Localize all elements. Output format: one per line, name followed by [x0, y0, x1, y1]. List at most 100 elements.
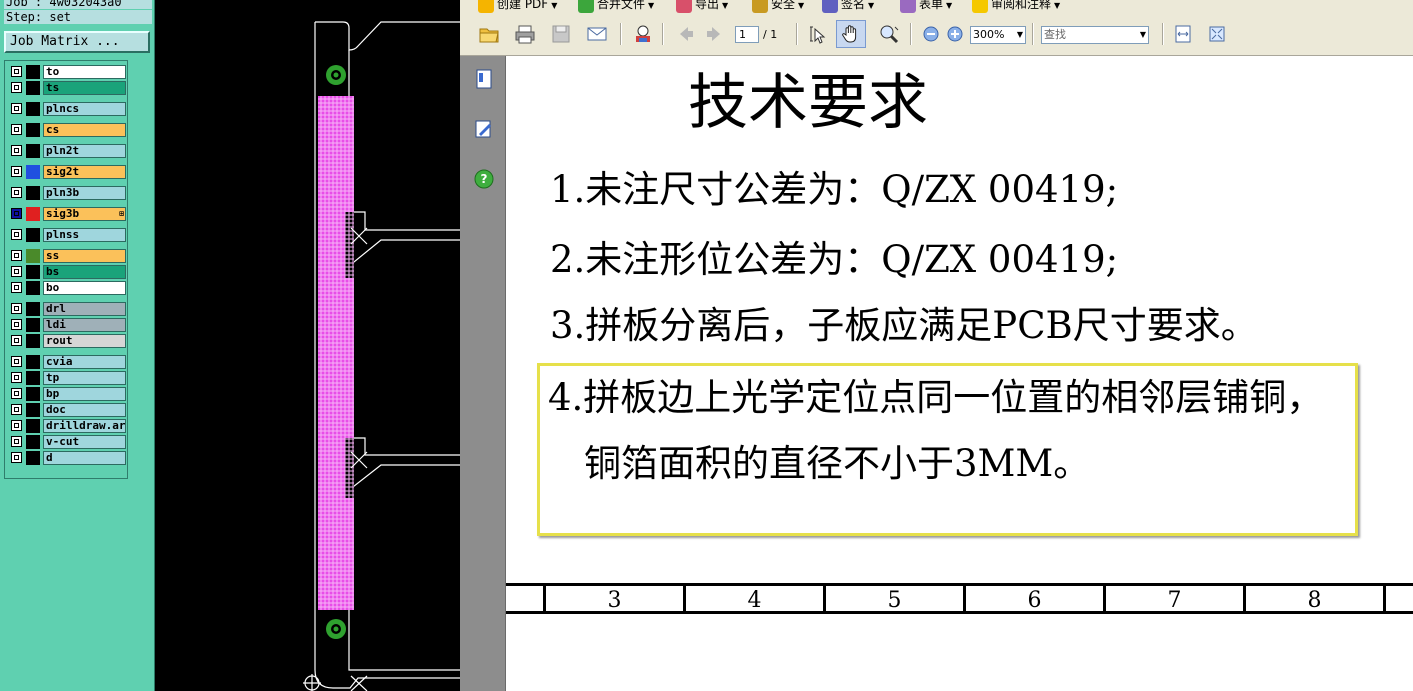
layer-name-label[interactable]: pln3b [43, 186, 126, 200]
page-number-input[interactable]: 1 [735, 26, 759, 43]
layer-color-swatch[interactable] [26, 81, 40, 95]
next-page-icon[interactable] [704, 23, 726, 45]
layer-name-label[interactable]: to [43, 65, 126, 79]
layer-name-label[interactable]: ts [43, 81, 126, 95]
layer-color-swatch[interactable] [26, 123, 40, 137]
layer-name-label[interactable]: plnss [43, 228, 126, 242]
layer-color-swatch[interactable] [26, 355, 40, 369]
layer-name-label[interactable]: plncs [43, 102, 126, 116]
layer-checkbox[interactable] [11, 208, 22, 219]
layer-checkbox[interactable] [11, 372, 22, 383]
layer-checkbox[interactable] [11, 420, 22, 431]
layer-checkbox[interactable] [11, 282, 22, 293]
layer-color-swatch[interactable] [26, 265, 40, 279]
layer-color-swatch[interactable] [26, 186, 40, 200]
layer-color-swatch[interactable] [26, 403, 40, 417]
layer-row-d[interactable]: d [8, 451, 126, 465]
layer-name-label[interactable]: bp [43, 387, 126, 401]
layer-name-label[interactable]: tp [43, 371, 126, 385]
search-input[interactable]: 查找 ▼ [1041, 26, 1149, 44]
layer-checkbox[interactable] [11, 266, 22, 277]
zoom-tool-icon[interactable] [878, 23, 900, 45]
layer-checkbox[interactable] [11, 388, 22, 399]
layer-name-label[interactable]: pln2t [43, 144, 126, 158]
full-screen-icon[interactable] [1206, 23, 1228, 45]
open-folder-icon[interactable] [478, 23, 500, 45]
layer-row-plnss[interactable]: plnss [8, 228, 126, 242]
layer-color-swatch[interactable] [26, 451, 40, 465]
layer-row-bs[interactable]: bs [8, 265, 126, 279]
layer-row-sig3b[interactable]: sig3b ⊞ [8, 207, 126, 221]
fit-width-icon[interactable] [1172, 23, 1194, 45]
layer-row-ts[interactable]: ts [8, 81, 126, 95]
layer-checkbox[interactable] [11, 356, 22, 367]
combine-files-menu[interactable]: 合并文件 ▼ [578, 0, 654, 14]
review-menu[interactable]: 审阅和注释 ▼ [972, 0, 1060, 14]
zoom-select[interactable]: 300% ▼ [970, 26, 1026, 44]
layer-row-plncs[interactable]: plncs [8, 102, 126, 116]
layer-row-pln2t[interactable]: pln2t [8, 144, 126, 158]
layer-name-label[interactable]: bs [43, 265, 126, 279]
layer-color-swatch[interactable] [26, 387, 40, 401]
layer-row-rout[interactable]: rout [8, 334, 126, 348]
signature-icon[interactable] [473, 118, 495, 140]
layer-color-swatch[interactable] [26, 144, 40, 158]
help-icon[interactable]: ? [473, 168, 495, 190]
zoom-in-icon[interactable] [944, 23, 966, 45]
layer-name-label[interactable]: ss [43, 249, 126, 263]
layer-row-bp[interactable]: bp [8, 387, 126, 401]
print-icon[interactable] [514, 23, 536, 45]
layer-name-label[interactable]: sig2t [43, 165, 126, 179]
bookmarks-icon[interactable] [473, 68, 495, 90]
layer-name-label[interactable]: doc [43, 403, 126, 417]
layer-row-pln3b[interactable]: pln3b [8, 186, 126, 200]
layer-color-swatch[interactable] [26, 318, 40, 332]
layer-checkbox[interactable] [11, 166, 22, 177]
layer-row-to[interactable]: to [8, 65, 126, 79]
layer-row-drilldraw-ar[interactable]: drilldraw.ar [8, 419, 126, 433]
layer-checkbox[interactable] [11, 303, 22, 314]
layer-row-v-cut[interactable]: v-cut [8, 435, 126, 449]
layer-row-ldi[interactable]: ldi [8, 318, 126, 332]
layer-name-label[interactable]: ldi [43, 318, 126, 332]
layer-color-swatch[interactable] [26, 228, 40, 242]
layer-checkbox[interactable] [11, 82, 22, 93]
layer-color-swatch[interactable] [26, 419, 40, 433]
zoom-out-icon[interactable] [920, 23, 942, 45]
layer-color-swatch[interactable] [26, 207, 40, 221]
sign-menu[interactable]: 签名 ▼ [822, 0, 874, 14]
layer-row-drl[interactable]: drl [8, 302, 126, 316]
email-icon[interactable] [586, 23, 608, 45]
layer-checkbox[interactable] [11, 404, 22, 415]
layer-color-swatch[interactable] [26, 281, 40, 295]
layer-checkbox[interactable] [11, 66, 22, 77]
layer-name-label[interactable]: cvia [43, 355, 126, 369]
job-matrix-button[interactable]: Job Matrix ... [4, 31, 150, 53]
layer-row-bo[interactable]: bo [8, 281, 126, 295]
layer-name-label[interactable]: cs [43, 123, 126, 137]
previous-page-icon[interactable] [674, 23, 696, 45]
layer-color-swatch[interactable] [26, 249, 40, 263]
layer-checkbox[interactable] [11, 103, 22, 114]
layer-checkbox[interactable] [11, 229, 22, 240]
layer-checkbox[interactable] [11, 452, 22, 463]
hand-tool-button[interactable] [836, 20, 866, 48]
layer-checkbox[interactable] [11, 187, 22, 198]
layer-checkbox[interactable] [11, 124, 22, 135]
layer-color-swatch[interactable] [26, 435, 40, 449]
layer-row-tp[interactable]: tp [8, 371, 126, 385]
layer-color-swatch[interactable] [26, 102, 40, 116]
layer-color-swatch[interactable] [26, 165, 40, 179]
layer-name-label[interactable]: rout [43, 334, 126, 348]
layer-checkbox[interactable] [11, 335, 22, 346]
layer-name-label[interactable]: v-cut [43, 435, 126, 449]
save-icon[interactable] [550, 23, 572, 45]
layer-name-label[interactable]: drl [43, 302, 126, 316]
layer-checkbox[interactable] [11, 250, 22, 261]
create-pdf-menu[interactable]: 创建 PDF ▼ [478, 0, 557, 14]
layer-row-sig2t[interactable]: sig2t [8, 165, 126, 179]
layer-row-cs[interactable]: cs [8, 123, 126, 137]
layer-name-label[interactable]: drilldraw.ar [43, 419, 126, 433]
layer-checkbox[interactable] [11, 319, 22, 330]
layer-name-label[interactable]: sig3b ⊞ [43, 207, 126, 221]
